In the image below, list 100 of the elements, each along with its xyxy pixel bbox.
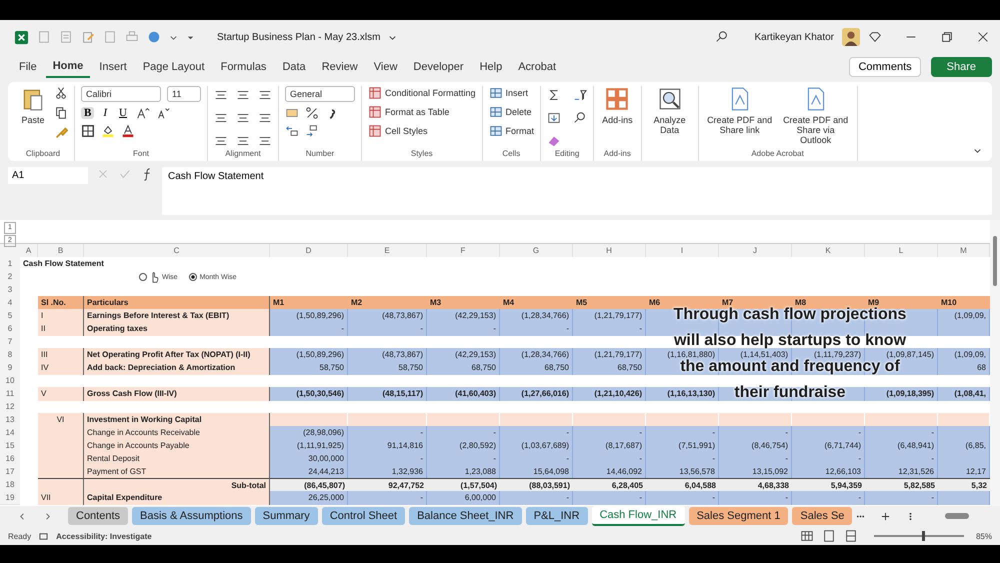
font-shrink-icon[interactable] <box>156 106 170 120</box>
sheet-tab[interactable]: Sales Se <box>792 507 852 526</box>
row-header[interactable]: 14 <box>0 426 20 440</box>
share-button[interactable]: Share <box>930 57 992 78</box>
search-icon[interactable] <box>573 110 588 125</box>
ribbon-tab[interactable]: View <box>366 57 404 78</box>
column-header[interactable]: H <box>573 244 646 258</box>
styles-button[interactable]: Conditional Formatting <box>368 86 476 100</box>
excel-logo-icon[interactable] <box>14 30 29 45</box>
column-header[interactable]: A <box>20 244 38 258</box>
styles-button[interactable]: Format as Table <box>368 105 450 120</box>
sheet-tab[interactable]: Summary <box>254 507 318 526</box>
ribbon-tab[interactable]: Home <box>46 56 90 78</box>
sheet-tab[interactable]: Basis & Assumptions <box>132 507 251 526</box>
copy-icon[interactable] <box>54 106 68 120</box>
row-header[interactable]: 16 <box>0 452 20 466</box>
row-header[interactable]: 15 <box>0 439 20 454</box>
close-icon[interactable] <box>976 30 990 44</box>
cut-icon[interactable] <box>54 86 68 100</box>
page-break-icon[interactable] <box>844 529 858 544</box>
sheet-tab[interactable]: Contents <box>68 507 128 526</box>
zoom-level[interactable]: 85% <box>976 532 992 541</box>
font-grow-icon[interactable] <box>136 106 150 120</box>
ribbon-tab[interactable]: Acrobat <box>511 57 564 78</box>
decimal-increase-icon[interactable] <box>285 124 299 138</box>
name-box[interactable]: A1 <box>8 166 88 184</box>
number-format-field[interactable]: General <box>285 86 355 102</box>
formula-field[interactable]: Cash Flow Statement <box>162 166 992 215</box>
radio-button[interactable] <box>139 273 147 282</box>
decimal-decrease-icon[interactable] <box>305 124 319 138</box>
column-header[interactable]: B <box>38 244 84 258</box>
sort-filter-icon[interactable] <box>573 88 588 102</box>
diamond-icon[interactable] <box>868 30 882 44</box>
column-header[interactable]: J <box>719 244 792 258</box>
row-header[interactable]: 7 <box>0 335 20 350</box>
circle-icon[interactable] <box>147 30 161 44</box>
sheet-tab[interactable]: Cash Flow_INR <box>592 506 685 526</box>
column-header[interactable]: L <box>865 244 938 258</box>
paste-button[interactable]: Paste <box>18 86 48 126</box>
row-header[interactable]: 4 <box>0 296 20 310</box>
column-header[interactable]: G <box>500 244 573 258</box>
font-color-icon[interactable] <box>121 124 135 138</box>
row-header[interactable]: 1 <box>0 257 20 272</box>
column-header[interactable]: C <box>84 244 270 258</box>
row-header[interactable]: 11 <box>0 387 20 402</box>
row-header[interactable]: 10 <box>0 374 20 388</box>
row-header[interactable]: 17 <box>0 465 20 480</box>
add-sheet-icon[interactable] <box>881 512 890 521</box>
column-header[interactable]: F <box>427 244 500 258</box>
accessibility-status[interactable]: Accessibility: Investigate <box>56 532 152 541</box>
cells-button[interactable]: Delete <box>488 105 532 120</box>
font-style-button[interactable]: U <box>116 107 130 120</box>
restore-icon[interactable] <box>940 30 954 44</box>
row-header[interactable]: 9 <box>0 361 20 376</box>
ribbon-tab[interactable]: Help <box>472 57 510 78</box>
row-header[interactable]: 8 <box>0 348 20 362</box>
column-header[interactable]: E <box>348 244 427 258</box>
normal-view-icon[interactable] <box>800 529 814 544</box>
window-title[interactable]: Startup Business Plan - May 23.xlsm <box>217 32 380 43</box>
cells-button[interactable]: Format <box>488 124 534 138</box>
ribbon-tab[interactable]: Data <box>275 57 313 78</box>
row-header[interactable]: 5 <box>0 309 20 324</box>
create-pdf-button[interactable]: Create PDF and Share via Outlook <box>780 86 851 146</box>
column-header[interactable]: I <box>646 244 719 258</box>
font-style-button[interactable]: B <box>81 107 94 120</box>
ribbon-tab[interactable]: Page Layout <box>136 57 212 78</box>
sheet-tab[interactable]: P&L_INR <box>526 507 588 526</box>
fill-color-icon[interactable] <box>101 124 115 138</box>
row-header[interactable]: 2 <box>0 270 20 284</box>
sheet-tab[interactable]: Sales Segment 1 <box>688 507 788 526</box>
brush-icon[interactable] <box>54 126 68 140</box>
ribbon-tab[interactable]: Formulas <box>214 57 274 78</box>
row-header[interactable]: 19 <box>0 491 20 506</box>
font-style-button[interactable]: I <box>100 107 110 120</box>
add-ins-button[interactable]: Add-ins <box>600 86 635 126</box>
avatar-icon[interactable] <box>842 28 860 46</box>
vertical-scrollbar[interactable] <box>990 220 1000 506</box>
analyze-data-button[interactable]: Analyze Data <box>648 86 692 136</box>
macro-icon[interactable] <box>39 532 48 541</box>
fill-down-icon[interactable] <box>547 110 562 125</box>
row-header[interactable]: 3 <box>0 283 20 298</box>
ribbon-tab[interactable]: File <box>12 57 44 78</box>
row-header[interactable]: 12 <box>0 400 20 414</box>
sheet-tab[interactable]: Balance Sheet_INR <box>409 507 522 526</box>
ribbon-tab[interactable]: Insert <box>92 57 134 78</box>
search-icon[interactable] <box>714 30 728 44</box>
page-layout-icon[interactable] <box>822 529 836 544</box>
ribbon-tab[interactable]: Review <box>314 57 365 78</box>
comments-button[interactable]: Comments <box>849 57 921 78</box>
borders-icon[interactable] <box>81 124 95 138</box>
row-header[interactable]: 6 <box>0 322 20 336</box>
font-size-field[interactable]: 11 <box>167 86 201 102</box>
sheet-tab[interactable]: Control Sheet <box>322 507 406 526</box>
ribbon-tab[interactable]: Developer <box>406 57 471 78</box>
column-header[interactable]: K <box>792 244 865 258</box>
font-name-field[interactable]: Calibri <box>81 86 161 102</box>
column-header[interactable]: D <box>270 244 348 258</box>
radio-button[interactable] <box>188 273 197 282</box>
row-header[interactable]: 13 <box>0 413 20 428</box>
styles-button[interactable]: Cell Styles <box>368 124 428 138</box>
